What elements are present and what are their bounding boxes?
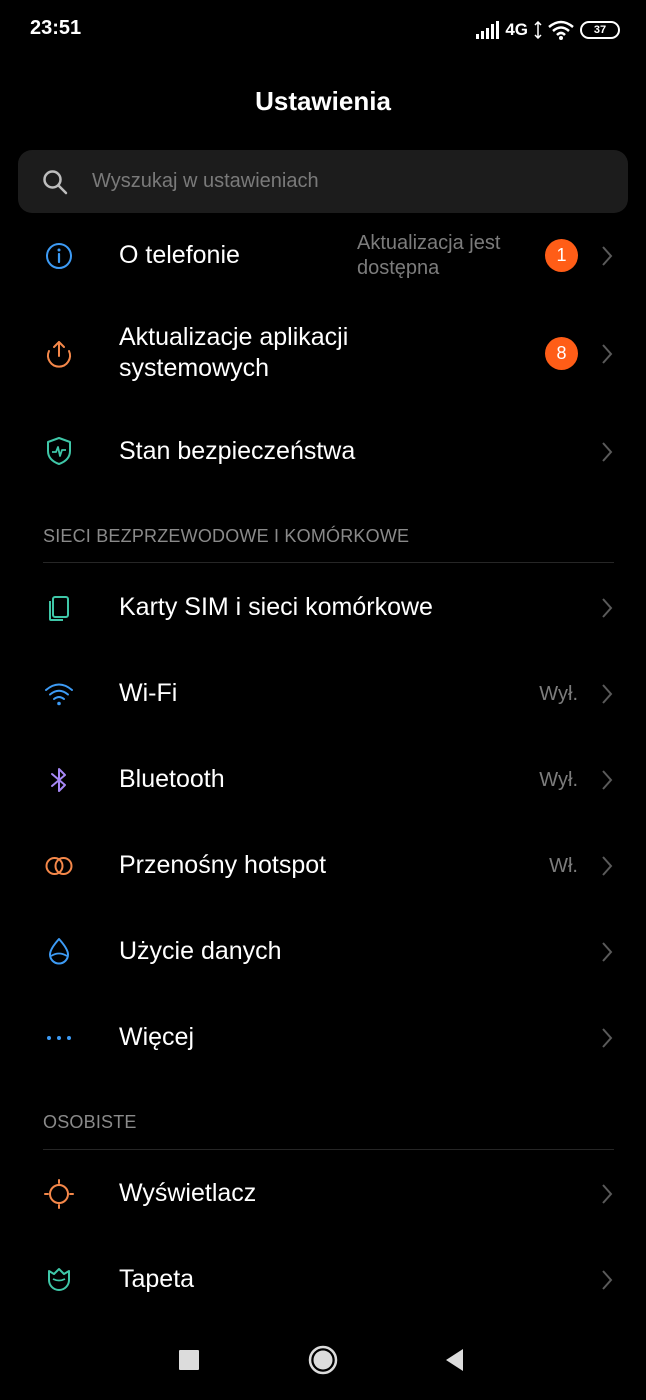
chevron-right-icon bbox=[602, 1184, 613, 1204]
hotspot-icon bbox=[45, 857, 73, 875]
settings-screen: 23:51 4G 37 Ustawienia Wyszukaj w ustawi… bbox=[0, 0, 646, 1400]
settings-item-bluetooth[interactable]: Bluetooth Wył. bbox=[0, 744, 646, 816]
sim-card-icon bbox=[49, 596, 69, 621]
chevron-right-icon bbox=[602, 684, 613, 704]
item-label: Bluetooth bbox=[119, 765, 225, 793]
search-input[interactable] bbox=[92, 150, 592, 213]
wallpaper-tulip-icon bbox=[48, 1268, 70, 1291]
item-status-value: Wył. bbox=[539, 769, 578, 791]
settings-item-sim-cards[interactable]: Karty SIM i sieci komórkowe bbox=[0, 572, 646, 644]
signal-icon bbox=[476, 21, 500, 39]
update-available-text: Aktualizacja jest dostępna bbox=[357, 232, 501, 279]
chevron-right-icon bbox=[602, 770, 613, 790]
settings-item-wifi[interactable]: Wi-Fi Wył. bbox=[0, 658, 646, 730]
search-bar[interactable] bbox=[18, 150, 628, 213]
wifi-icon bbox=[45, 683, 73, 706]
settings-item-about-phone[interactable]: O telefonie Aktualizacja jest dostępna 1 bbox=[0, 220, 646, 292]
item-label: Więcej bbox=[119, 1023, 195, 1051]
status-indicators: 4G 37 bbox=[475, 17, 620, 43]
chevron-right-icon bbox=[602, 942, 613, 962]
shield-icon bbox=[47, 437, 71, 465]
item-label: Użycie danych bbox=[119, 937, 282, 965]
navigation-bar bbox=[0, 1320, 646, 1400]
chevron-right-icon bbox=[602, 246, 613, 266]
item-label: Karty SIM i sieci komórkowe bbox=[119, 593, 433, 621]
info-icon bbox=[46, 243, 72, 269]
status-bar: 23:51 4G 37 bbox=[0, 0, 646, 60]
search-icon bbox=[43, 170, 68, 195]
settings-item-wallpaper[interactable]: Tapeta bbox=[0, 1244, 646, 1316]
recents-square-icon[interactable] bbox=[171, 1342, 207, 1378]
section-divider bbox=[43, 562, 614, 563]
chevron-right-icon bbox=[602, 598, 613, 618]
status-time: 23:51 bbox=[30, 17, 82, 39]
item-label: Wi-Fi bbox=[119, 679, 178, 707]
notification-badge: 1 bbox=[545, 239, 578, 272]
battery-level: 37 bbox=[593, 23, 607, 36]
settings-item-display[interactable]: Wyświetlacz bbox=[0, 1158, 646, 1230]
item-status-value: Wył. bbox=[539, 683, 578, 705]
update-arrow-icon bbox=[47, 341, 71, 368]
bluetooth-icon bbox=[51, 768, 66, 792]
data-transfer-icon bbox=[534, 21, 542, 39]
settings-item-data-usage[interactable]: Użycie danych bbox=[0, 916, 646, 988]
item-label: Stan bezpieczeństwa bbox=[119, 437, 356, 465]
section-header-personal: OSOBISTE bbox=[43, 1112, 137, 1132]
item-status-value: Wł. bbox=[549, 855, 578, 877]
more-dots-icon bbox=[47, 1036, 71, 1040]
item-label: Tapeta bbox=[119, 1265, 195, 1293]
item-label: O telefonie bbox=[119, 241, 240, 269]
battery-icon: 37 bbox=[580, 21, 620, 39]
home-circle-icon[interactable] bbox=[305, 1342, 341, 1378]
settings-item-system-app-updates[interactable]: Aktualizacje aplikacji systemowych 8 bbox=[0, 318, 646, 390]
chevron-right-icon bbox=[602, 856, 613, 876]
item-label: Przenośny hotspot bbox=[119, 851, 327, 879]
settings-item-security-status[interactable]: Stan bezpieczeństwa bbox=[0, 416, 646, 488]
page-title: Ustawienia bbox=[255, 86, 391, 116]
item-label: Wyświetlacz bbox=[119, 1179, 257, 1207]
chevron-right-icon bbox=[602, 1028, 613, 1048]
wifi-status-icon bbox=[548, 20, 574, 40]
notification-badge: 8 bbox=[545, 337, 578, 370]
section-header-wireless: SIECI BEZPRZEWODOWE I KOMÓRKOWE bbox=[43, 526, 410, 546]
network-type: 4G bbox=[505, 20, 528, 39]
item-label: Aktualizacje aplikacji systemowych bbox=[119, 323, 349, 382]
display-sun-icon bbox=[44, 1179, 74, 1209]
back-triangle-icon[interactable] bbox=[437, 1342, 473, 1378]
section-divider bbox=[43, 1149, 614, 1150]
chevron-right-icon bbox=[602, 1270, 613, 1290]
chevron-right-icon bbox=[602, 344, 613, 364]
chevron-right-icon bbox=[602, 442, 613, 462]
settings-item-hotspot[interactable]: Przenośny hotspot Wł. bbox=[0, 830, 646, 902]
settings-item-more[interactable]: Więcej bbox=[0, 1002, 646, 1074]
data-drop-icon bbox=[49, 938, 69, 965]
